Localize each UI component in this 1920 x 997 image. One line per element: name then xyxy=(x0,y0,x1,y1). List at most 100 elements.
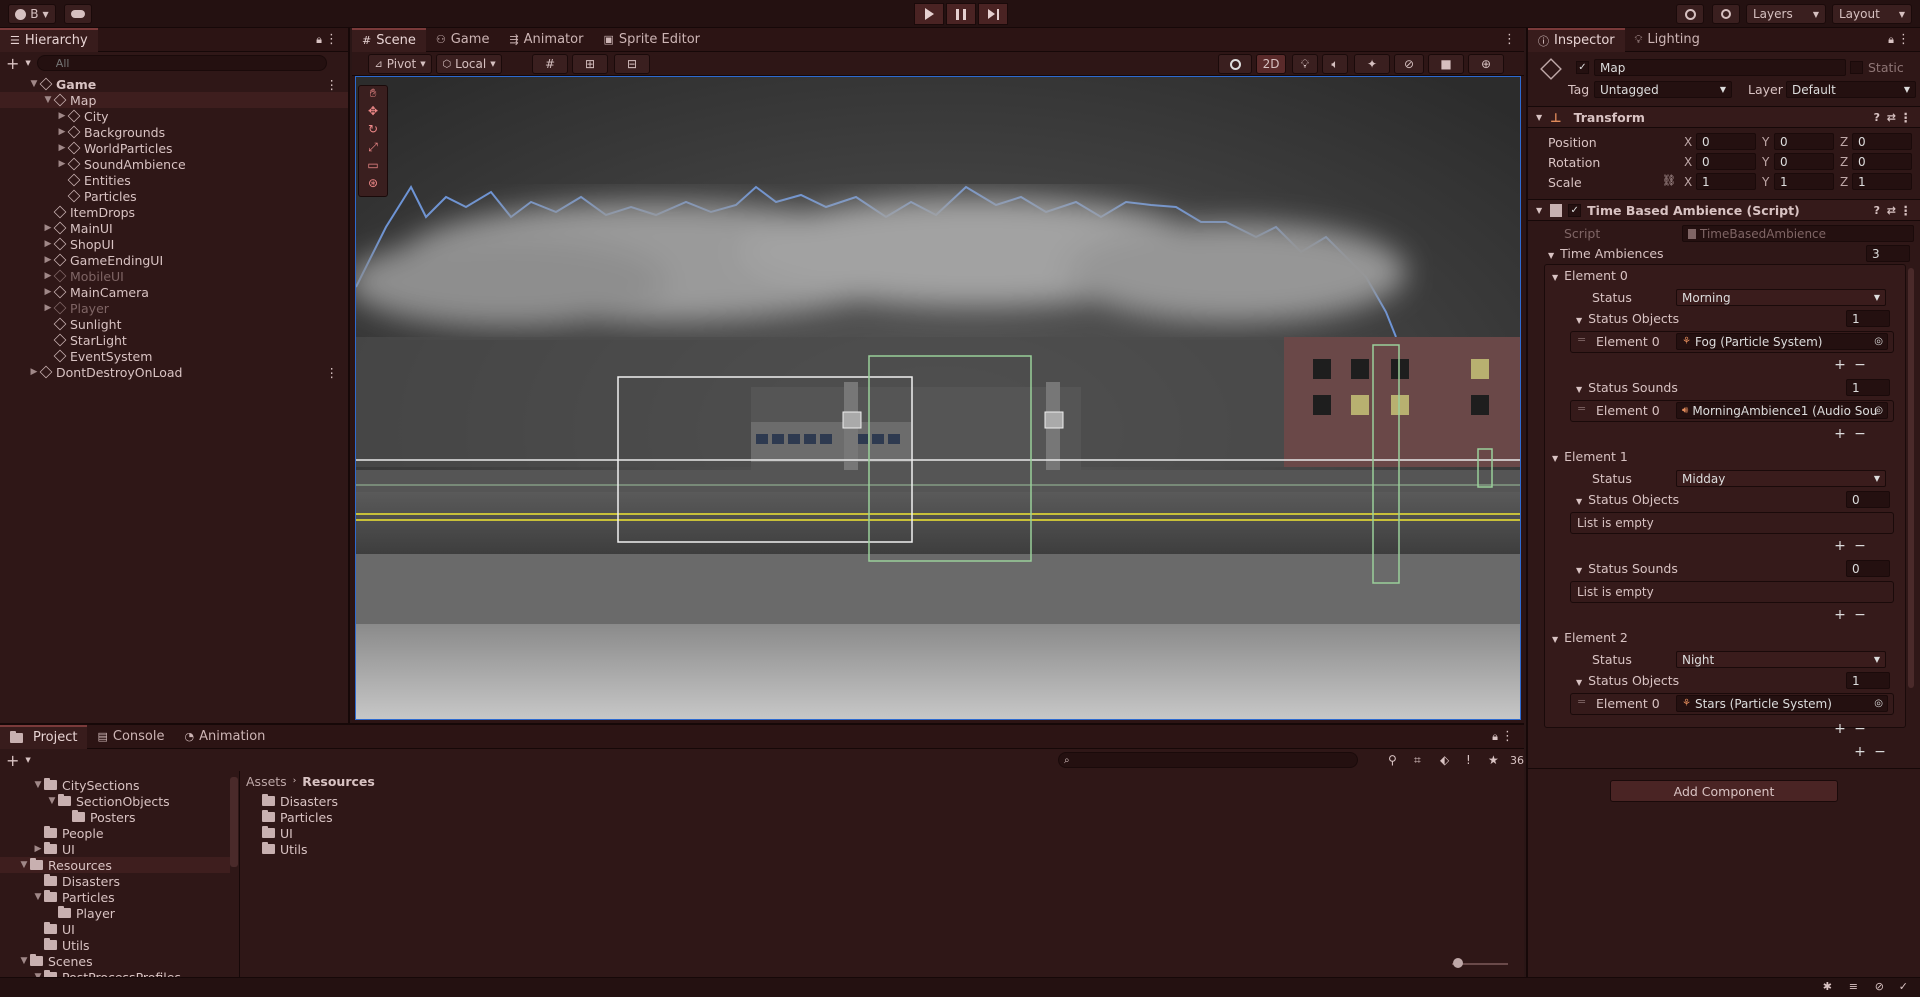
tab-lighting[interactable]: 💡︎ Lighting xyxy=(1625,28,1710,52)
play-button[interactable] xyxy=(914,3,944,25)
add-icon[interactable]: + xyxy=(1834,607,1846,623)
element-foldout[interactable]: ▼ Element 2 xyxy=(1552,630,1628,645)
pivot-dropdown[interactable]: ⊿ Pivot ▼ xyxy=(368,54,432,74)
add-icon[interactable]: + xyxy=(1834,538,1846,554)
transform-header[interactable]: ▼ ⊥ Transform ? ⇄ ⋮ xyxy=(1528,106,1920,128)
settings-icon[interactable]: ⇄ xyxy=(1887,204,1896,217)
transform-tool-icon[interactable]: ⊛ xyxy=(359,176,387,194)
remove-icon[interactable]: − xyxy=(1854,426,1866,442)
camera-dropdown[interactable]: ■ xyxy=(1428,54,1464,74)
add-icon[interactable]: + xyxy=(1834,721,1846,737)
chevron-right-icon[interactable]: ▶ xyxy=(42,255,54,265)
folder-tree-item[interactable]: ▶ UI xyxy=(0,841,230,857)
status-objects-foldout[interactable]: ▼ Status Objects xyxy=(1576,311,1679,326)
lock-icon[interactable]: 🔒︎ xyxy=(1888,33,1894,47)
status-dropdown[interactable]: Morning ▼ xyxy=(1676,289,1886,306)
remove-icon[interactable]: − xyxy=(1854,538,1866,554)
chevron-down-icon[interactable]: ▼ xyxy=(32,780,44,790)
target-icon[interactable]: ◎ xyxy=(1874,336,1883,347)
sounds-count-field[interactable]: 1 xyxy=(1846,379,1890,396)
cloud-button[interactable] xyxy=(64,4,92,24)
chevron-down-icon[interactable]: ▼ xyxy=(25,756,30,764)
transform-position-z-field[interactable]: 0 xyxy=(1852,133,1912,150)
more-icon[interactable]: ⋮ xyxy=(325,32,338,47)
chevron-right-icon[interactable]: ▶ xyxy=(56,143,68,153)
grid-snap-button[interactable]: # xyxy=(532,54,568,74)
rect-tool-icon[interactable]: ▭ xyxy=(359,158,387,176)
hierarchy-item[interactable]: ▼ Map xyxy=(0,92,348,108)
hierarchy-item[interactable]: ▶ SoundAmbience xyxy=(0,156,348,172)
element-foldout[interactable]: ▼ Element 1 xyxy=(1552,449,1628,464)
warning-icon[interactable]: ! xyxy=(1466,753,1471,767)
target-icon[interactable]: ◎ xyxy=(1874,698,1883,709)
layout-dropdown[interactable]: Layout ▼ xyxy=(1832,4,1912,24)
transform-scale-x-field[interactable]: 1 xyxy=(1696,173,1756,190)
status-sounds-foldout[interactable]: ▼ Status Sounds xyxy=(1576,380,1678,395)
lighting-toggle[interactable]: 💡︎ xyxy=(1292,54,1318,74)
2d-toggle[interactable]: 2D xyxy=(1256,54,1286,74)
status-sounds-foldout[interactable]: ▼ Status Sounds xyxy=(1576,561,1678,576)
static-checkbox[interactable] xyxy=(1850,61,1863,74)
hierarchy-search-input[interactable] xyxy=(36,55,327,71)
hierarchy-item[interactable]: ▶ WorldParticles xyxy=(0,140,348,156)
target-icon[interactable]: ◎ xyxy=(1874,405,1883,416)
folder-tree-item[interactable]: Posters xyxy=(0,809,230,825)
hierarchy-item[interactable]: ▶ Backgrounds xyxy=(0,124,348,140)
step-button[interactable] xyxy=(978,3,1008,25)
chevron-down-icon[interactable]: ▼ xyxy=(32,892,44,902)
scene-viewport[interactable]: ✋︎ ✥ ↻ ⤢ ▭ ⊛ xyxy=(355,76,1521,720)
bug-icon[interactable]: ✱ xyxy=(1823,980,1832,993)
history-button[interactable] xyxy=(1676,4,1704,24)
transform-rotation-z-field[interactable]: 0 xyxy=(1852,153,1912,170)
objects-count-field[interactable]: 1 xyxy=(1846,310,1890,327)
add-icon[interactable]: + xyxy=(1834,426,1846,442)
breadcrumb-item[interactable]: Assets xyxy=(246,774,287,789)
tab-scene[interactable]: # Scene xyxy=(352,27,426,52)
more-icon[interactable]: ⋮ xyxy=(1503,32,1516,47)
filter-label-icon[interactable]: ⌗ xyxy=(1414,753,1421,768)
transform-position-x-field[interactable]: 0 xyxy=(1696,133,1756,150)
hierarchy-item[interactable]: ItemDrops xyxy=(0,204,348,220)
more-icon[interactable]: ⋮ xyxy=(326,77,339,92)
remove-icon[interactable]: − xyxy=(1854,357,1866,373)
tab-console[interactable]: ▤ Console xyxy=(87,725,174,749)
transform-rotation-y-field[interactable]: 0 xyxy=(1774,153,1834,170)
lock-icon[interactable]: 🔒︎ xyxy=(1492,730,1498,744)
hierarchy-item[interactable]: Particles xyxy=(0,188,348,204)
hierarchy-item[interactable]: ▶ MainUI xyxy=(0,220,348,236)
hierarchy-item[interactable]: ▶ MobileUI xyxy=(0,268,348,284)
chevron-right-icon[interactable]: ▶ xyxy=(42,239,54,249)
folder-tree-item[interactable]: Disasters xyxy=(0,873,230,889)
folder-tree-item[interactable]: ▼ SectionObjects xyxy=(0,793,230,809)
add-icon[interactable]: + xyxy=(1834,357,1846,373)
tab-project[interactable]: Project xyxy=(0,724,88,749)
chevron-right-icon[interactable]: ▶ xyxy=(42,287,54,297)
no-bug-icon[interactable]: ⊘ xyxy=(1875,980,1884,993)
list-size-field[interactable]: 3 xyxy=(1866,245,1910,262)
layer-dropdown[interactable]: Default ▼ xyxy=(1786,81,1916,98)
rotate-tool-icon[interactable]: ↻ xyxy=(359,122,387,140)
chevron-down-icon[interactable]: ▼ xyxy=(42,95,54,105)
folder-tree-item[interactable]: People xyxy=(0,825,230,841)
add-icon[interactable]: + xyxy=(6,751,19,770)
hierarchy-item[interactable]: StarLight xyxy=(0,332,348,348)
hierarchy-item[interactable]: EventSystem xyxy=(0,348,348,364)
breadcrumb-item[interactable]: Resources xyxy=(302,774,375,789)
chevron-right-icon[interactable]: ▶ xyxy=(28,367,40,377)
tab-game[interactable]: ⚇ Game xyxy=(426,28,500,52)
tab-sprite-editor[interactable]: ▣ Sprite Editor xyxy=(593,28,710,52)
folder-item[interactable]: Utils xyxy=(262,841,308,857)
account-dropdown[interactable]: B ▼ xyxy=(8,4,56,24)
drag-handle-icon[interactable]: = xyxy=(1577,333,1586,346)
project-search-input[interactable] xyxy=(1058,752,1358,768)
effects-dropdown[interactable]: ✦ xyxy=(1354,54,1390,74)
status-dropdown[interactable]: Midday ▼ xyxy=(1676,470,1886,487)
folder-tree-item[interactable]: UI xyxy=(0,921,230,937)
chevron-down-icon[interactable]: ▼ xyxy=(28,79,40,89)
folder-item[interactable]: Disasters xyxy=(262,793,338,809)
gizmos-dropdown[interactable]: ⊕ xyxy=(1468,54,1504,74)
folder-tree-item[interactable]: ▼ Scenes xyxy=(0,953,230,969)
tab-inspector[interactable]: ⓘ Inspector xyxy=(1528,27,1625,52)
folder-item[interactable]: UI xyxy=(262,825,293,841)
objects-count-field[interactable]: 0 xyxy=(1846,491,1890,508)
